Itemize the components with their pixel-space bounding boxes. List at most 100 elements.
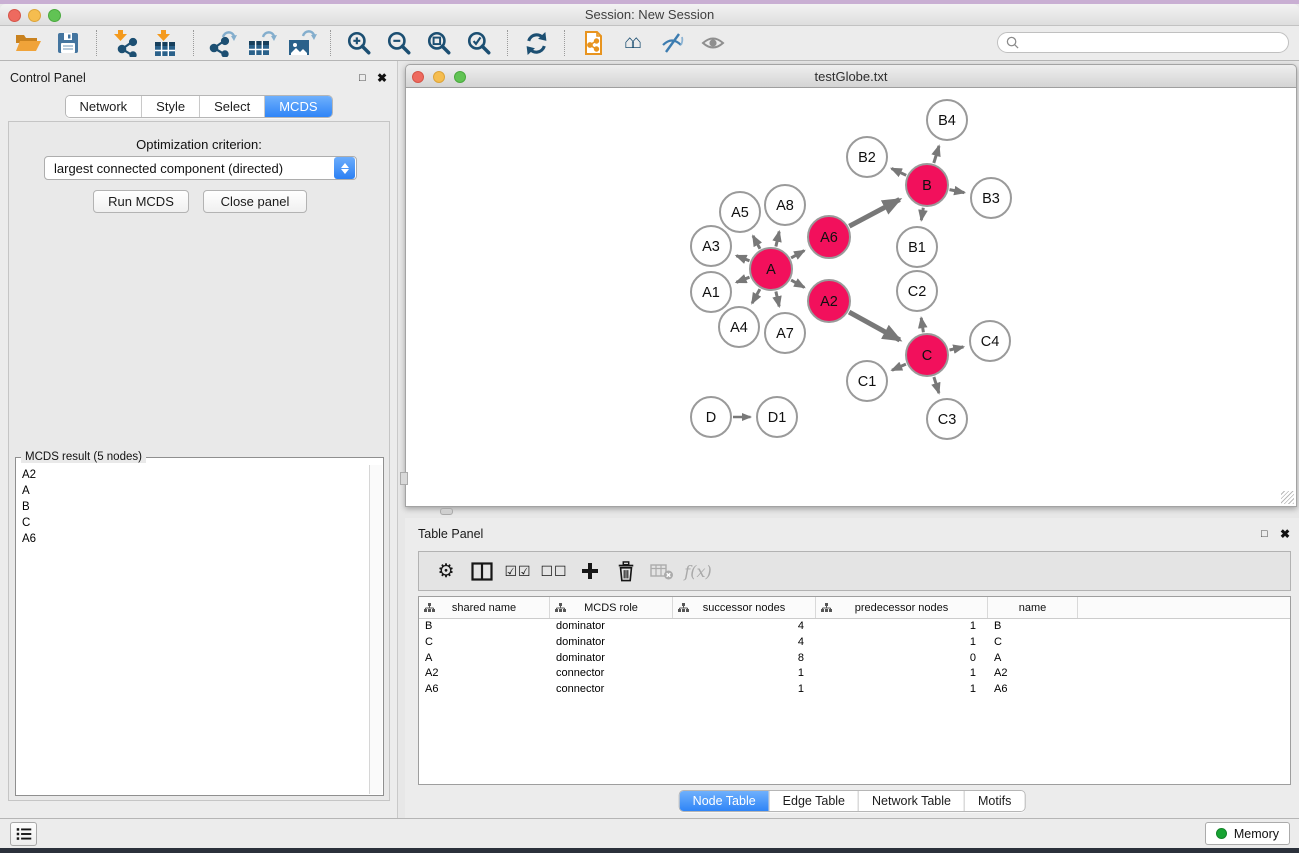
table-row[interactable]: A2connector11A2 [419, 666, 1290, 682]
zoom-in-button[interactable] [342, 28, 376, 58]
table-row[interactable]: Cdominator41C [419, 635, 1290, 651]
column-header-name[interactable]: name [988, 597, 1078, 618]
import-network-button[interactable] [108, 28, 142, 58]
window-zoom-button[interactable] [48, 9, 61, 22]
tab-style[interactable]: Style [141, 96, 199, 117]
graph-edge-C-C1[interactable] [892, 364, 906, 370]
table-cell[interactable]: connector [550, 666, 673, 682]
graph-edge-C-C2[interactable] [921, 318, 923, 332]
network-graph[interactable]: B4B2BB3A5A8A6A3B1AA1C2A2A4A7C4CC1DD1C3 [406, 88, 1295, 505]
table-row[interactable]: A6connector11A6 [419, 682, 1290, 698]
graph-edge-A-A2[interactable] [791, 280, 804, 287]
network-minimize-button[interactable] [433, 71, 445, 83]
graph-edge-A-A7[interactable] [776, 292, 779, 307]
show-all-networks-button[interactable]: ⌂⌂ [616, 28, 650, 58]
network-zoom-button[interactable] [454, 71, 466, 83]
tab-node-table[interactable]: Node Table [680, 791, 769, 811]
run-mcds-button[interactable]: Run MCDS [93, 190, 189, 213]
task-history-button[interactable] [10, 822, 37, 846]
graph-edge-B-B3[interactable] [950, 190, 965, 193]
table-cell[interactable]: 4 [673, 635, 816, 651]
network-canvas[interactable]: B4B2BB3A5A8A6A3B1AA1C2A2A4A7C4CC1DD1C3 [405, 88, 1297, 507]
graph-edge-A-A8[interactable] [776, 232, 779, 247]
zoom-selected-button[interactable] [462, 28, 496, 58]
mcds-result-item[interactable]: B [17, 499, 369, 515]
close-panel-icon[interactable]: ✖ [1280, 528, 1290, 540]
close-panel-button[interactable]: Close panel [203, 190, 307, 213]
table-cell[interactable]: 1 [816, 666, 988, 682]
app-titlebar[interactable]: Session: New Session [0, 4, 1299, 26]
table-cell[interactable]: B [419, 619, 550, 635]
show-hide-button[interactable] [696, 28, 730, 58]
graph-edge-B-B2[interactable] [892, 169, 907, 176]
network-close-button[interactable] [412, 71, 424, 83]
graph-edge-C-C4[interactable] [950, 347, 964, 350]
table-cell[interactable]: 4 [673, 619, 816, 635]
graph-edge-B-B1[interactable] [921, 208, 923, 220]
mcds-list-scrollbar[interactable] [369, 465, 382, 794]
table-cell[interactable]: A [988, 651, 1078, 667]
import-table-button[interactable] [148, 28, 182, 58]
table-cell[interactable]: A2 [988, 666, 1078, 682]
mcds-result-item[interactable]: A6 [17, 531, 369, 547]
create-column-button[interactable] [575, 556, 605, 586]
search-input[interactable] [1024, 36, 1280, 50]
table-cell[interactable]: A6 [988, 682, 1078, 698]
window-minimize-button[interactable] [28, 9, 41, 22]
mcds-result-list[interactable]: A2ABCA6 [17, 465, 369, 794]
zoom-fit-button[interactable] [422, 28, 456, 58]
table-cell[interactable]: C [988, 635, 1078, 651]
table-cell[interactable]: A [419, 651, 550, 667]
table-cell[interactable]: 1 [816, 619, 988, 635]
tab-select[interactable]: Select [199, 96, 264, 117]
table-row[interactable]: Bdominator41B [419, 619, 1290, 635]
memory-button[interactable]: Memory [1205, 822, 1290, 845]
tab-motifs[interactable]: Motifs [964, 791, 1024, 811]
save-session-button[interactable] [51, 28, 85, 58]
column-header-successor-nodes[interactable]: successor nodes [673, 597, 816, 618]
table-cell[interactable]: connector [550, 682, 673, 698]
table-cell[interactable]: dominator [550, 635, 673, 651]
table-cell[interactable]: dominator [550, 619, 673, 635]
select-all-columns-button[interactable]: ☑☑ [503, 556, 533, 586]
table-cell[interactable]: B [988, 619, 1078, 635]
open-session-button[interactable] [11, 28, 45, 58]
function-builder-button[interactable]: f(x) [683, 556, 713, 586]
tab-network-table[interactable]: Network Table [858, 791, 964, 811]
new-network-from-selection-button[interactable] [576, 28, 610, 58]
unselect-all-columns-button[interactable]: ☐☐ [539, 556, 569, 586]
mcds-result-item[interactable]: A2 [17, 467, 369, 483]
graph-edge-B-B4[interactable] [934, 146, 939, 163]
resize-grip-icon[interactable] [1281, 491, 1294, 504]
float-panel-icon[interactable]: □ [359, 72, 366, 84]
table-settings-button[interactable]: ⚙ [431, 556, 461, 586]
delete-column-button[interactable] [611, 556, 641, 586]
graph-edge-C-C3[interactable] [934, 377, 939, 393]
table-cell[interactable]: 1 [816, 635, 988, 651]
search-field[interactable] [997, 32, 1289, 53]
horizontal-splitter-handle[interactable] [440, 508, 453, 515]
export-image-button[interactable] [285, 28, 319, 58]
mcds-result-item[interactable]: C [17, 515, 369, 531]
table-cell[interactable]: 1 [673, 682, 816, 698]
export-network-button[interactable] [205, 28, 239, 58]
column-header-predecessor-nodes[interactable]: predecessor nodes [816, 597, 988, 618]
graph-edge-A-A4[interactable] [752, 289, 760, 303]
graph-edge-A-A1[interactable] [736, 277, 749, 282]
table-cell[interactable]: 0 [816, 651, 988, 667]
export-table-button[interactable] [245, 28, 279, 58]
table-cell[interactable]: dominator [550, 651, 673, 667]
graph-edge-A-A3[interactable] [736, 256, 749, 261]
tab-mcds[interactable]: MCDS [264, 96, 331, 117]
column-header-shared-name[interactable]: shared name [419, 597, 550, 618]
table-cell[interactable]: 1 [816, 682, 988, 698]
optimization-criterion-select[interactable]: largest connected component (directed) [44, 156, 357, 180]
splitter-handle[interactable] [400, 472, 408, 485]
mcds-result-item[interactable]: A [17, 483, 369, 499]
tab-network[interactable]: Network [65, 96, 141, 117]
tab-edge-table[interactable]: Edge Table [769, 791, 858, 811]
table-cell[interactable]: 1 [673, 666, 816, 682]
zoom-out-button[interactable] [382, 28, 416, 58]
delete-table-button[interactable] [647, 556, 677, 586]
network-window-titlebar[interactable]: testGlobe.txt [405, 64, 1297, 88]
